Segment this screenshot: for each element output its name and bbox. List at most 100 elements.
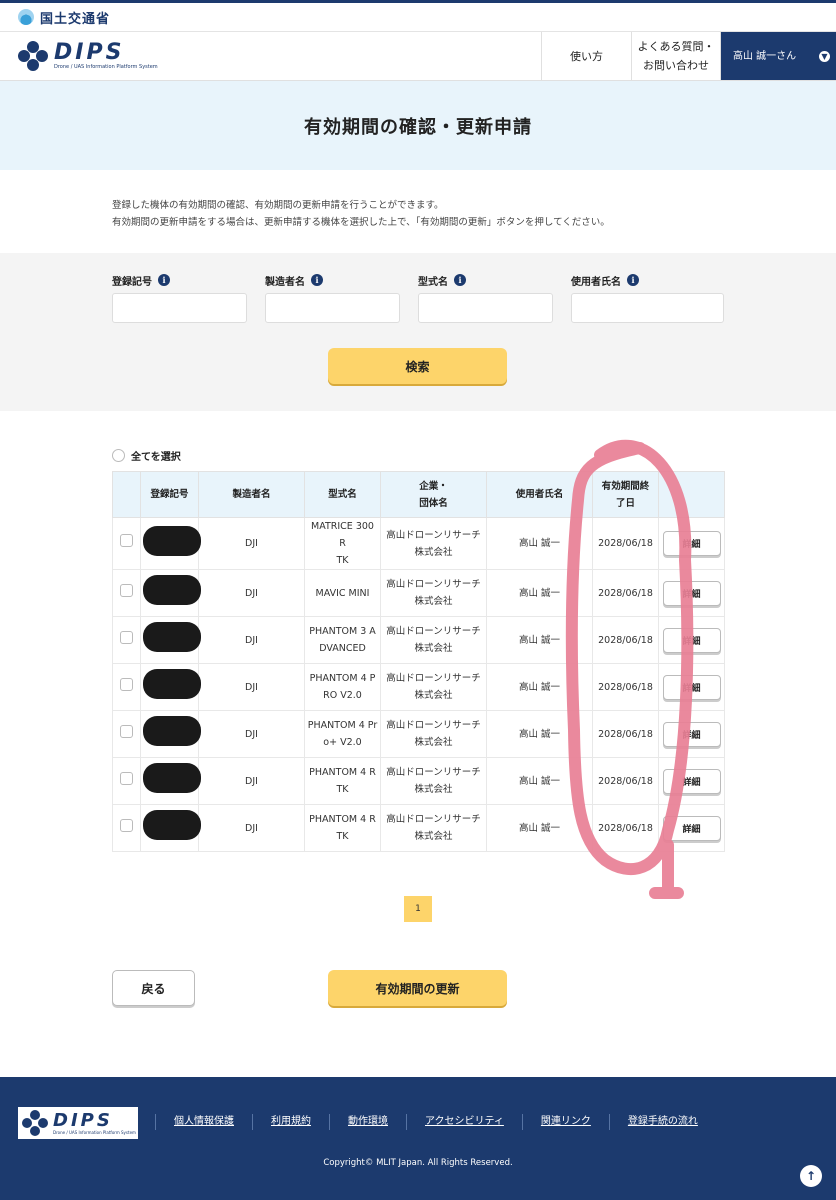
select-all-checkbox[interactable] [112, 449, 125, 462]
user-label: 使用者氏名 [571, 276, 621, 288]
footer-brand-name: DIPS [53, 1109, 113, 1131]
expiry-cell: 2028/06/18 [592, 804, 659, 852]
company-cell: 高山ドローンリサーチ 株式会社 [380, 757, 487, 805]
page-title: 有効期間の確認・更新申請 [304, 116, 532, 138]
search-button[interactable]: 検索 [328, 348, 507, 384]
user-name: 高山 誠一さん [733, 50, 797, 62]
site-header: DIPS Drone / UAS Information Platform Sy… [0, 32, 836, 81]
company-cell: 高山ドローンリサーチ 株式会社 [380, 517, 487, 570]
redacted-reg-number [143, 622, 201, 652]
description-line1: 登録した機体の有効期間の確認、有効期間の更新申請を行うことができます。 [112, 200, 444, 211]
user-cell: 高山 誠一 [486, 569, 593, 617]
dips-logo[interactable]: DIPS Drone / UAS Information Platform Sy… [0, 32, 541, 80]
detail-button[interactable]: 詳細 [662, 531, 721, 556]
nav-usage[interactable]: 使い方 [541, 32, 631, 80]
reg-number-input[interactable] [112, 293, 247, 323]
row-checkbox[interactable] [120, 583, 133, 597]
detail-button[interactable]: 詳細 [662, 815, 721, 841]
description-line2: 有効期間の更新申請をする場合は、更新申請する機体を選択した上で、「有効期間の更新… [112, 217, 610, 228]
detail-button[interactable]: 詳細 [662, 627, 721, 653]
footer-link[interactable]: アクセシビリティ [406, 1114, 522, 1130]
col-reg: 登録記号 [140, 471, 199, 518]
info-icon[interactable]: i [311, 274, 323, 286]
redacted-reg-number [143, 810, 201, 840]
detail-button[interactable]: 詳細 [662, 721, 721, 747]
col-user: 使用者氏名 [486, 471, 593, 518]
model-cell: PHANTOM 4 P RO V2.0 [304, 663, 381, 711]
model-input[interactable] [418, 293, 553, 323]
page-description: 登録した機体の有効期間の確認、有効期間の更新申請を行うことができます。 有効期間… [0, 170, 836, 253]
model-cell: PHANTOM 4 R TK [304, 804, 381, 852]
footer-dips-logo[interactable]: DIPS Drone / UAS Information Platform Sy… [18, 1107, 138, 1139]
maker-cell: DJI [198, 517, 305, 570]
maker-cell: DJI [198, 757, 305, 805]
expiry-cell: 2028/06/18 [592, 663, 659, 711]
table-row[interactable]: DJI PHANTOM 3 A DVANCED 高山ドローンリサーチ 株式会社 高山 誠一… [112, 616, 725, 664]
row-checkbox[interactable] [120, 534, 133, 547]
select-all[interactable]: 全てを選択 [112, 448, 181, 463]
expiry-cell: 2028/06/18 [592, 710, 659, 758]
footer-link[interactable]: 利用規約 [252, 1114, 329, 1130]
back-to-top-icon[interactable]: ↑ [800, 1165, 822, 1187]
table-row[interactable]: DJI PHANTOM 4 P RO V2.0 高山ドローンリサーチ 株式会社 高山 誠一… [112, 663, 725, 711]
table-row[interactable]: DJI PHANTOM 4 Pr o+ V2.0 高山ドローンリサーチ 株式会社 高山 誠… [112, 710, 725, 758]
redacted-reg-number [143, 575, 201, 605]
table-row[interactable]: DJI MATRICE 300 R TK 高山ドローンリサーチ 株式会社 高山 誠一 202… [112, 517, 725, 570]
footer-link[interactable]: 登録手続の流れ [608, 1114, 716, 1130]
user-cell: 高山 誠一 [486, 804, 593, 852]
user-name-input[interactable] [571, 293, 724, 323]
renew-button[interactable]: 有効期間の更新 [328, 970, 507, 1006]
model-label: 型式名 [418, 276, 448, 288]
row-checkbox[interactable] [120, 630, 133, 644]
col-model: 型式名 [304, 471, 381, 518]
maker-input[interactable] [265, 293, 400, 323]
table-row[interactable]: DJI PHANTOM 4 R TK 高山ドローンリサーチ 株式会社 高山 誠一 2028/… [112, 804, 725, 852]
maker-cell: DJI [198, 804, 305, 852]
page-hero: 有効期間の確認・更新申請 [0, 81, 836, 170]
user-cell: 高山 誠一 [486, 663, 593, 711]
brand-name: DIPS [54, 40, 125, 65]
dips-logo-icon [22, 1110, 48, 1136]
maker-cell: DJI [198, 616, 305, 664]
col-maker: 製造者名 [198, 471, 305, 518]
row-checkbox[interactable] [120, 677, 133, 691]
user-menu[interactable]: 高山 誠一さん ▼ [720, 32, 836, 80]
expiry-cell: 2028/06/18 [592, 757, 659, 805]
select-all-label: 全てを選択 [131, 452, 181, 463]
info-icon[interactable]: i [158, 274, 170, 286]
info-icon[interactable]: i [454, 274, 466, 286]
maker-label: 製造者名 [265, 276, 305, 288]
user-cell: 高山 誠一 [486, 616, 593, 664]
page-1[interactable]: 1 [404, 896, 432, 922]
search-field-reg: 登録記号 i [112, 273, 247, 323]
table-row[interactable]: DJI MAVIC MINI 高山ドローンリサーチ 株式会社 高山 誠一 2028/06/… [112, 569, 725, 617]
row-checkbox[interactable] [120, 771, 133, 785]
redacted-reg-number [143, 763, 201, 793]
row-checkbox[interactable] [120, 818, 133, 832]
table-row[interactable]: DJI PHANTOM 4 R TK 高山ドローンリサーチ 株式会社 高山 誠一 2028/… [112, 757, 725, 805]
row-checkbox[interactable] [120, 724, 133, 738]
mlit-logo-icon [18, 9, 34, 25]
footer-link[interactable]: 個人情報保護 [155, 1114, 252, 1130]
model-cell: MATRICE 300 R TK [304, 517, 381, 570]
detail-button[interactable]: 詳細 [662, 580, 721, 606]
expiry-cell: 2028/06/18 [592, 616, 659, 664]
footer-link[interactable]: 関連リンク [521, 1114, 609, 1130]
maker-cell: DJI [198, 663, 305, 711]
detail-button[interactable]: 詳細 [662, 768, 721, 794]
detail-button[interactable]: 詳細 [662, 674, 721, 700]
model-cell: PHANTOM 3 A DVANCED [304, 616, 381, 664]
col-expiry: 有効期間終 了日 [592, 471, 659, 518]
maker-cell: DJI [198, 569, 305, 617]
company-cell: 高山ドローンリサーチ 株式会社 [380, 569, 487, 617]
back-button[interactable]: 戻る [112, 970, 195, 1006]
model-cell: MAVIC MINI [304, 569, 381, 617]
nav-faq[interactable]: よくある質問・ お問い合わせ [631, 32, 720, 80]
user-cell: 高山 誠一 [486, 517, 593, 570]
search-field-user: 使用者氏名 i [571, 273, 724, 323]
search-field-model: 型式名 i [418, 273, 553, 323]
footer-link[interactable]: 動作環境 [329, 1114, 406, 1130]
chevron-down-icon: ▼ [819, 50, 830, 62]
info-icon[interactable]: i [627, 274, 639, 286]
nav-faq-line2: お問い合わせ [643, 59, 709, 72]
